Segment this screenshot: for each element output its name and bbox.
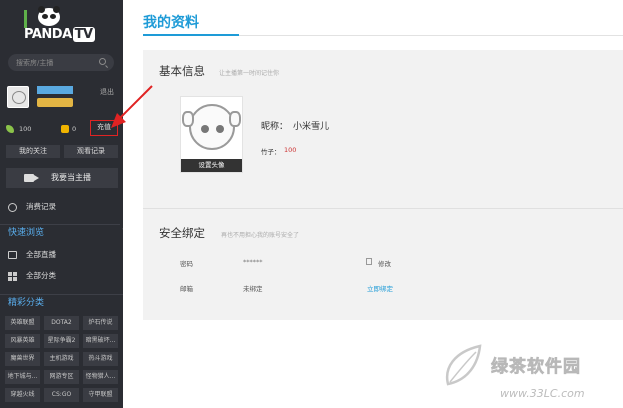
level-badge: [37, 98, 73, 107]
coin-icon: [61, 125, 69, 133]
sidebar-item-all-live[interactable]: 全部直播: [6, 248, 118, 262]
watermark-title: 绿茶软件园: [491, 357, 581, 378]
coin-count: 0: [72, 125, 77, 133]
all-live-label: 全部直播: [26, 250, 56, 259]
category-item[interactable]: 暗黑破坏...: [83, 334, 118, 348]
wallet-stats: 100 0 充值: [6, 120, 118, 137]
set-avatar-button[interactable]: 设置头像: [181, 159, 242, 172]
avatar[interactable]: [7, 86, 29, 108]
profile-avatar[interactable]: 设置头像: [180, 96, 243, 173]
leaf-logo-icon: [445, 344, 482, 386]
profile-panel: 基本信息 让主播第一时间记住你 设置头像 昵称： 小米雪儿 竹子： 100 安全…: [143, 50, 623, 320]
bamboo-decoration: [24, 10, 27, 28]
category-item[interactable]: 风暴英雄: [5, 334, 40, 348]
watermark: 绿茶软件园 www.33LC.com: [438, 340, 623, 408]
category-item[interactable]: 星际争霸2: [44, 334, 79, 348]
search-input[interactable]: 搜索房/主播: [8, 54, 114, 71]
security-subtitle: 再也不用担心我的账号安全了: [221, 232, 300, 239]
tab-my-follows[interactable]: 我的关注: [6, 145, 60, 158]
search-placeholder: 搜索房/主播: [16, 59, 54, 67]
section-divider: [143, 208, 623, 209]
sidebar-tabs: 我的关注 观看记录: [6, 145, 118, 158]
basic-info-heading: 基本信息: [159, 64, 205, 78]
email-label: 邮箱: [180, 285, 193, 293]
email-value: 未绑定: [243, 285, 263, 293]
edit-icon[interactable]: [366, 258, 372, 265]
category-item[interactable]: 炉石传说: [83, 316, 118, 330]
category-item[interactable]: DOTA2: [44, 316, 79, 330]
headphone-right-icon: [229, 111, 241, 127]
grid-icon: [8, 272, 17, 281]
bamboo-icon: [6, 125, 14, 133]
security-heading: 安全绑定: [159, 226, 205, 240]
default-avatar-icon: [189, 104, 235, 150]
panda-tv-logo[interactable]: PANDA TV: [24, 6, 100, 44]
become-streamer-button[interactable]: 我要当主播: [6, 168, 118, 188]
password-label: 密码: [180, 260, 193, 268]
edit-password-link[interactable]: 修改: [378, 258, 391, 268]
logo-text: PANDA TV: [24, 27, 95, 42]
watermark-url: www.33LC.com: [500, 387, 585, 400]
sidebar-item-all-categories[interactable]: 全部分类: [6, 269, 118, 283]
consume-record-link[interactable]: 消费记录: [6, 200, 118, 214]
bind-email-link[interactable]: 立即绑定: [367, 283, 393, 293]
become-streamer-label: 我要当主播: [51, 173, 91, 182]
nickname-label: 昵称：: [261, 122, 289, 132]
video-camera-icon: [24, 174, 39, 182]
tab-watch-history[interactable]: 观看记录: [64, 145, 118, 158]
clock-icon: [8, 203, 17, 212]
category-item[interactable]: 魔兽世界: [5, 352, 40, 366]
category-item[interactable]: CS:GO: [44, 388, 79, 402]
all-categories-label: 全部分类: [26, 271, 56, 280]
recharge-button[interactable]: 充值: [90, 120, 118, 136]
featured-categories-heading: 精彩分类: [0, 294, 123, 310]
quick-browse-heading: 快速浏览: [0, 224, 123, 240]
bamboo-label: 竹子：: [261, 148, 281, 156]
basic-info-subtitle: 让主播第一时间记住你: [219, 70, 280, 77]
username-redacted: [37, 86, 73, 94]
password-value: ******: [243, 258, 263, 266]
bamboo-value: 100: [284, 146, 297, 154]
search-icon[interactable]: [99, 58, 106, 65]
tv-icon: [8, 251, 17, 259]
headphone-left-icon: [182, 111, 194, 127]
bamboo-count: 100: [19, 125, 32, 133]
category-item[interactable]: 怪物猎人...: [83, 370, 118, 384]
logout-link[interactable]: 退出: [100, 87, 114, 97]
sidebar: PANDA TV 搜索房/主播 退出 100 0 充值 我的关注 观看记录 我要当…: [0, 0, 123, 408]
user-info: 退出: [7, 86, 117, 110]
title-accent-bar: [143, 34, 239, 36]
category-item[interactable]: 热斗游戏: [83, 352, 118, 366]
category-item[interactable]: 英雄联盟: [5, 316, 40, 330]
category-item[interactable]: 穿越火线: [5, 388, 40, 402]
nickname-value: 小米雪儿: [293, 122, 330, 132]
category-item[interactable]: 地下城与...: [5, 370, 40, 384]
category-item[interactable]: 守甲联盟: [83, 388, 118, 402]
panda-logo-icon: [38, 6, 60, 26]
category-item[interactable]: 主机游戏: [44, 352, 79, 366]
page-title: 我的资料: [143, 15, 199, 31]
category-item[interactable]: 网游专区: [44, 370, 79, 384]
consume-record-label: 消费记录: [26, 202, 56, 211]
